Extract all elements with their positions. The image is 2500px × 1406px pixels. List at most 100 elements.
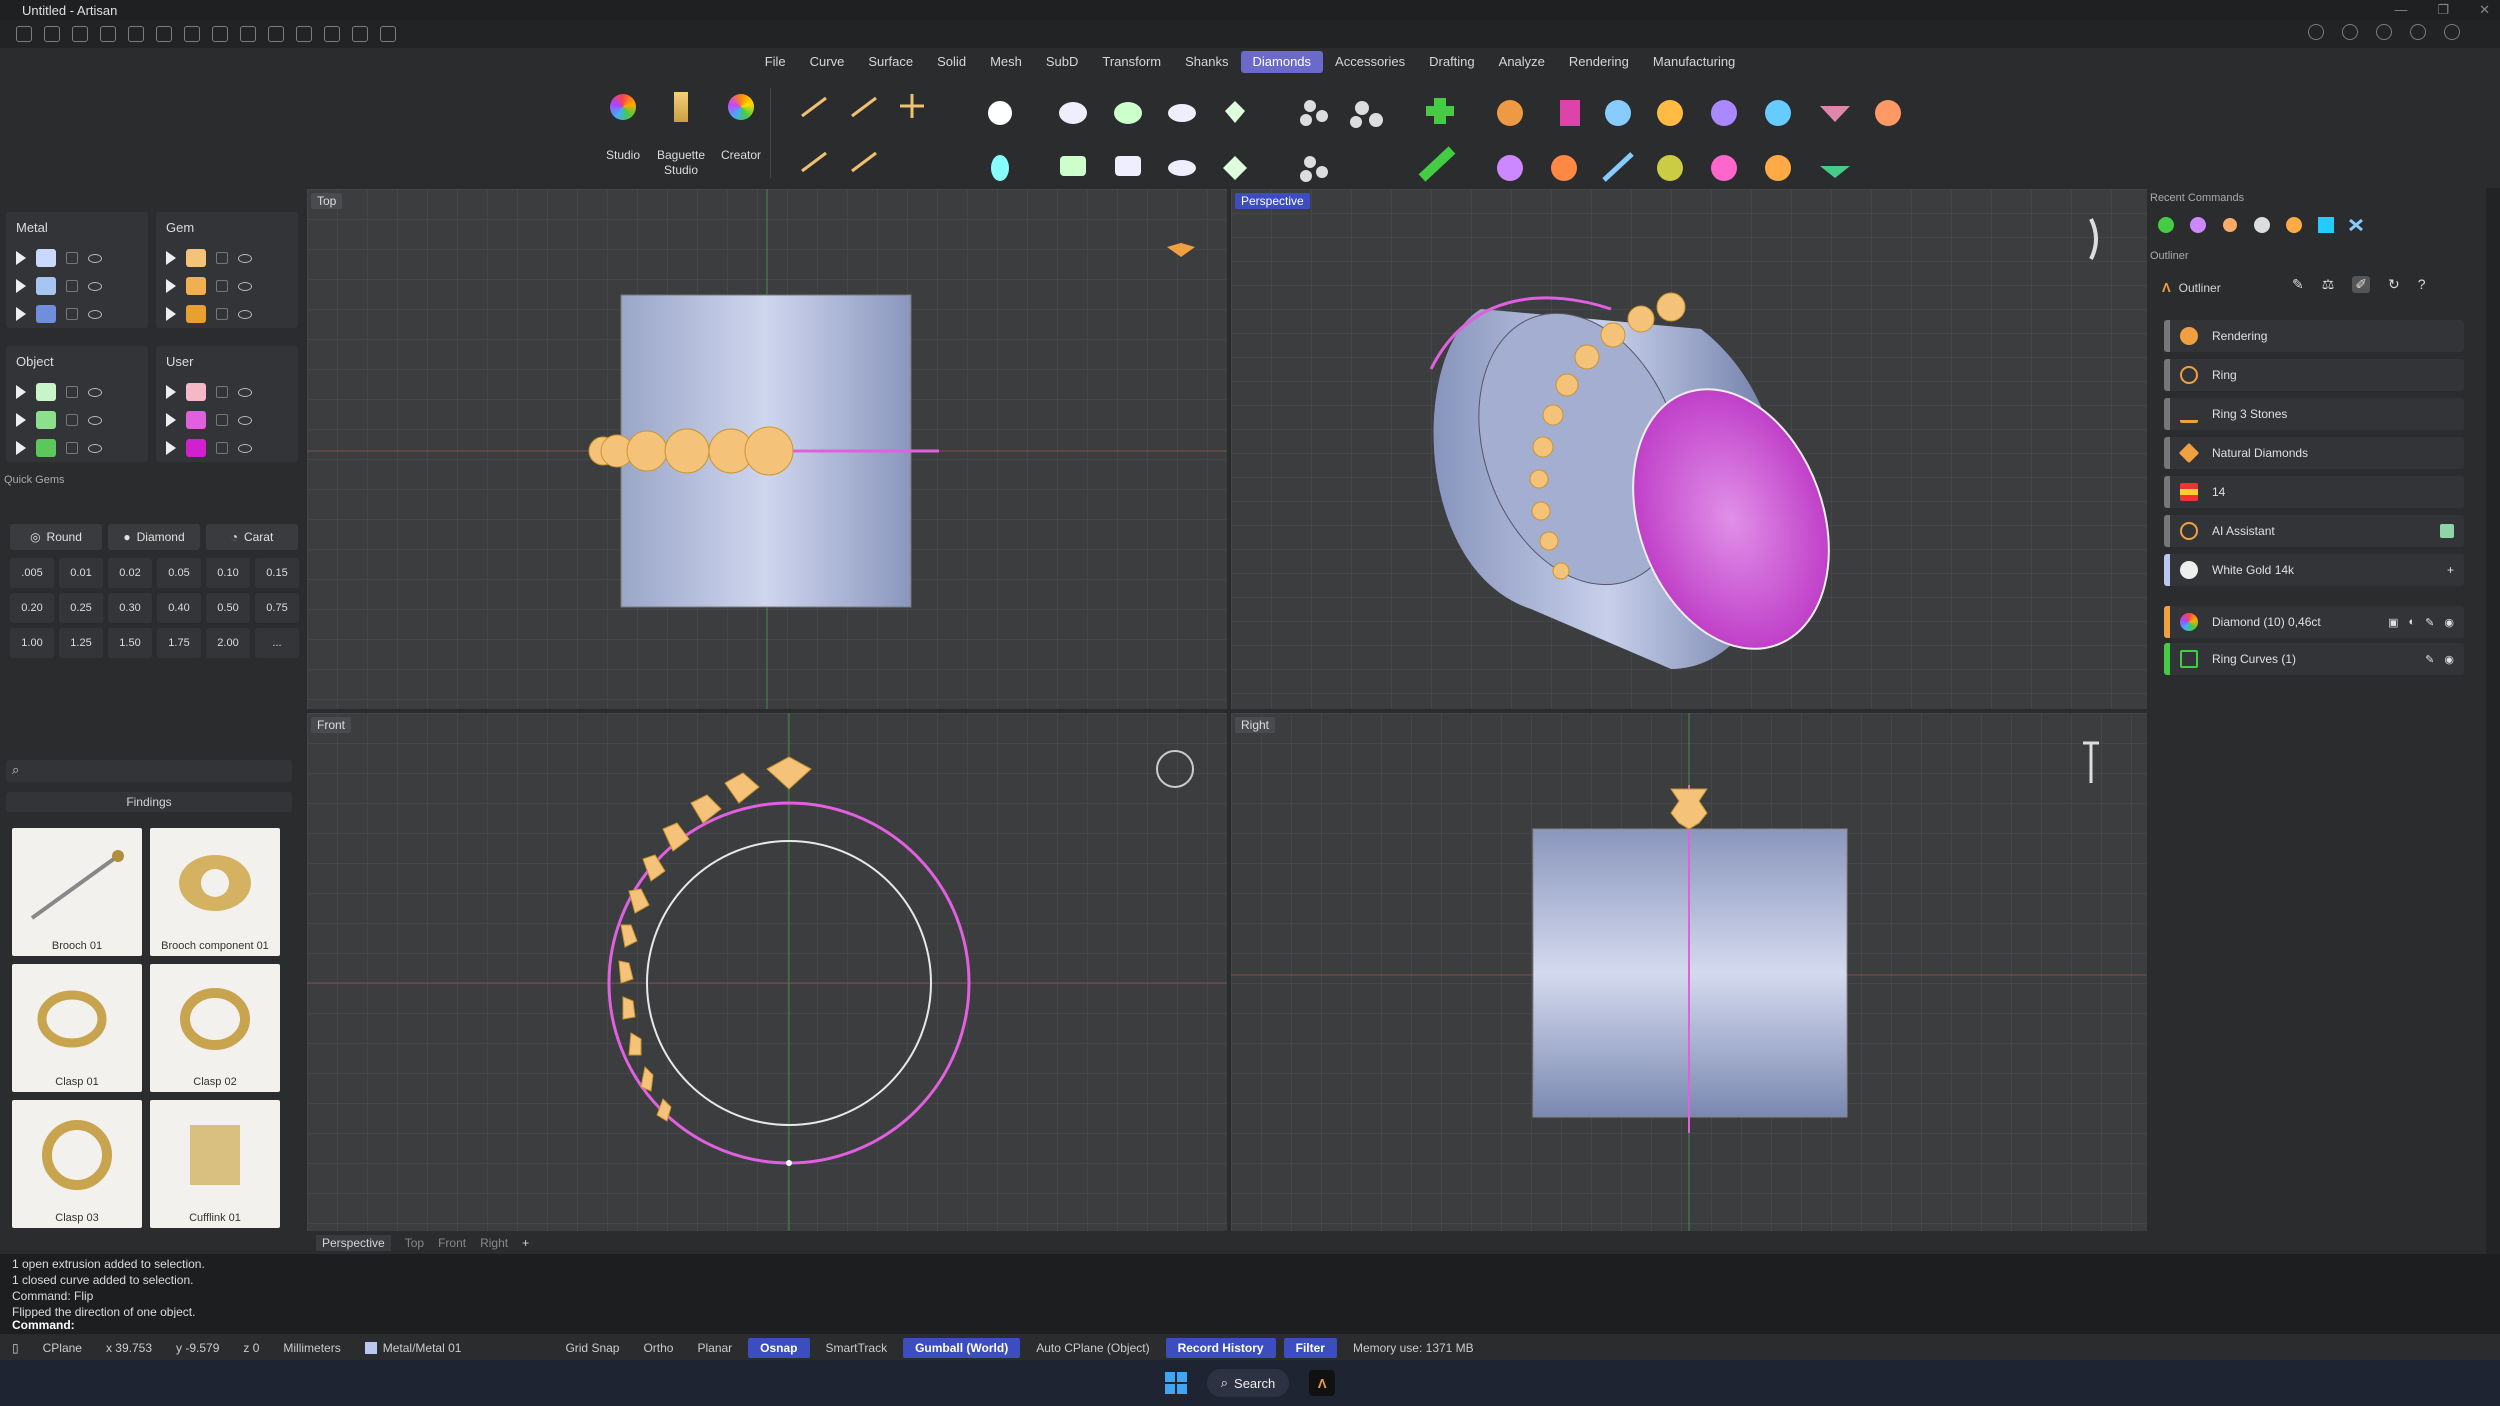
eye-icon[interactable] (238, 281, 252, 291)
object-layer-row[interactable] (6, 406, 102, 434)
carat-button[interactable]: 0.02 (108, 558, 152, 588)
save-as-icon[interactable] (212, 26, 228, 42)
carat-button[interactable]: 0.01 (59, 558, 103, 588)
gem-layer-row[interactable] (156, 244, 252, 272)
carat-button[interactable]: 0.05 (157, 558, 201, 588)
eye-icon[interactable] (88, 443, 102, 453)
carat-button[interactable]: 2.00 (206, 628, 250, 658)
open-icon[interactable] (72, 26, 88, 42)
menu-accessories[interactable]: Accessories (1323, 48, 1417, 78)
metal-layer-row[interactable] (6, 300, 102, 328)
units-status[interactable]: Millimeters (271, 1338, 352, 1358)
recent-command-icons[interactable] (2154, 212, 2374, 238)
baguette-studio-button[interactable] (662, 88, 700, 126)
tab-right[interactable]: Right (480, 1236, 508, 1250)
metal-layer-row[interactable] (6, 244, 102, 272)
library-search[interactable]: ⌕ (6, 760, 292, 782)
new-file-icon[interactable] (16, 26, 32, 42)
outliner-row-ring[interactable]: Ring (2164, 359, 2464, 391)
carat-button[interactable]: 0.15 (255, 558, 299, 588)
minimize-icon[interactable]: — (2394, 2, 2407, 18)
menu-curve[interactable]: Curve (798, 48, 857, 78)
add-tab-icon[interactable]: + (522, 1236, 529, 1250)
osnap-toggle[interactable]: Osnap (748, 1338, 810, 1358)
new-template-icon[interactable] (44, 26, 60, 42)
eye-icon[interactable] (88, 253, 102, 263)
edit-icon[interactable]: ✐ (2352, 276, 2371, 293)
tab-front[interactable]: Front (438, 1236, 466, 1250)
shape-round-button[interactable]: ◎ Round (10, 524, 102, 550)
outliner-row-white-gold-14k[interactable]: White Gold 14k + (2164, 554, 2464, 586)
object-swatch-2[interactable] (36, 411, 56, 429)
user-layer-row[interactable] (156, 378, 252, 406)
gumball-icon[interactable] (380, 26, 396, 42)
import-icon[interactable] (100, 26, 116, 42)
viewport-perspective[interactable]: Perspective (1230, 188, 2148, 710)
tab-top[interactable]: Top (405, 1236, 424, 1250)
tab-perspective[interactable]: Perspective (316, 1235, 391, 1251)
eye-icon[interactable] (88, 415, 102, 425)
planar-toggle[interactable]: Planar (685, 1338, 744, 1358)
menu-rendering[interactable]: Rendering (1557, 48, 1641, 78)
gem-layer-row[interactable] (156, 300, 252, 328)
menu-subd[interactable]: SubD (1034, 48, 1091, 78)
menu-shanks[interactable]: Shanks (1173, 48, 1240, 78)
outliner-object-ring-curves[interactable]: Ring Curves (1) ✎ ◉ (2164, 643, 2464, 675)
select-window-icon[interactable] (296, 26, 312, 42)
metal-swatch-1[interactable] (36, 249, 56, 267)
close-icon[interactable]: ✕ (2479, 2, 2490, 18)
eye-icon[interactable] (238, 253, 252, 263)
object-layer-row[interactable] (6, 434, 102, 462)
outliner-row-rendering[interactable]: Rendering (2164, 320, 2464, 352)
select-icon[interactable] (268, 26, 284, 42)
carat-button[interactable]: 1.25 (59, 628, 103, 658)
eye-icon[interactable] (88, 281, 102, 291)
artisan-taskbar-icon[interactable]: Λ (1309, 1370, 1336, 1396)
menu-transform[interactable]: Transform (1090, 48, 1173, 78)
move-icon[interactable] (324, 26, 340, 42)
eye-icon[interactable]: ◉ (2444, 653, 2454, 666)
gem-swatch-1[interactable] (186, 249, 206, 267)
library-item-clasp-03[interactable]: Clasp 03 (12, 1100, 142, 1228)
carat-button[interactable]: ... (255, 628, 299, 658)
creator-button[interactable] (722, 88, 760, 126)
gem-layer-row[interactable] (156, 272, 252, 300)
menu-analyze[interactable]: Analyze (1487, 48, 1557, 78)
layout-icon[interactable] (2308, 24, 2324, 40)
undo-icon[interactable] (128, 26, 144, 42)
object-swatch-1[interactable] (36, 383, 56, 401)
outliner-object-diamond[interactable]: Diamond (10) 0,46ct ▣ ◐ ✎ ◉ (2164, 606, 2464, 638)
carat-button[interactable]: 1.00 (10, 628, 54, 658)
menu-drafting[interactable]: Drafting (1417, 48, 1487, 78)
help-icon[interactable]: ? (2418, 276, 2426, 293)
pencil-icon[interactable]: ✎ (2425, 653, 2434, 666)
redo-icon[interactable] (156, 26, 172, 42)
info-icon[interactable] (2342, 24, 2358, 40)
auto-cplane-toggle[interactable]: Auto CPlane (Object) (1024, 1338, 1161, 1358)
studio-button[interactable] (604, 88, 642, 126)
carat-button[interactable]: 1.75 (157, 628, 201, 658)
scale-icon[interactable] (352, 26, 368, 42)
menu-manufacturing[interactable]: Manufacturing (1641, 48, 1747, 78)
outliner-row-ai-assistant[interactable]: AI Assistant (2164, 515, 2464, 547)
menu-mesh[interactable]: Mesh (978, 48, 1034, 78)
outliner-row-ring-3-stones[interactable]: Ring 3 Stones (2164, 398, 2464, 430)
add-icon[interactable]: + (2447, 563, 2454, 577)
copy-icon[interactable]: ▣ (2388, 616, 2398, 629)
object-swatch-3[interactable] (36, 439, 56, 457)
layer-status[interactable]: Metal/Metal 01 (353, 1338, 474, 1358)
eye-icon[interactable] (88, 309, 102, 319)
settings-icon[interactable] (2444, 24, 2460, 40)
menu-file[interactable]: File (753, 48, 798, 78)
smarttrack-toggle[interactable]: SmartTrack (814, 1338, 900, 1358)
library-item-brooch-component-01[interactable]: Brooch component 01 (150, 828, 280, 956)
metal-swatch-3[interactable] (36, 305, 56, 323)
material-diamond-button[interactable]: ● Diamond (108, 524, 200, 550)
grid-snap-toggle[interactable]: Grid Snap (553, 1338, 631, 1358)
hide-icon[interactable]: ◐ (2409, 616, 2416, 629)
user-swatch-2[interactable] (186, 411, 206, 429)
pencil-icon[interactable]: ✎ (2425, 616, 2434, 629)
eye-icon[interactable] (238, 387, 252, 397)
save-icon[interactable] (184, 26, 200, 42)
command-line[interactable]: Command: (0, 1318, 2500, 1334)
